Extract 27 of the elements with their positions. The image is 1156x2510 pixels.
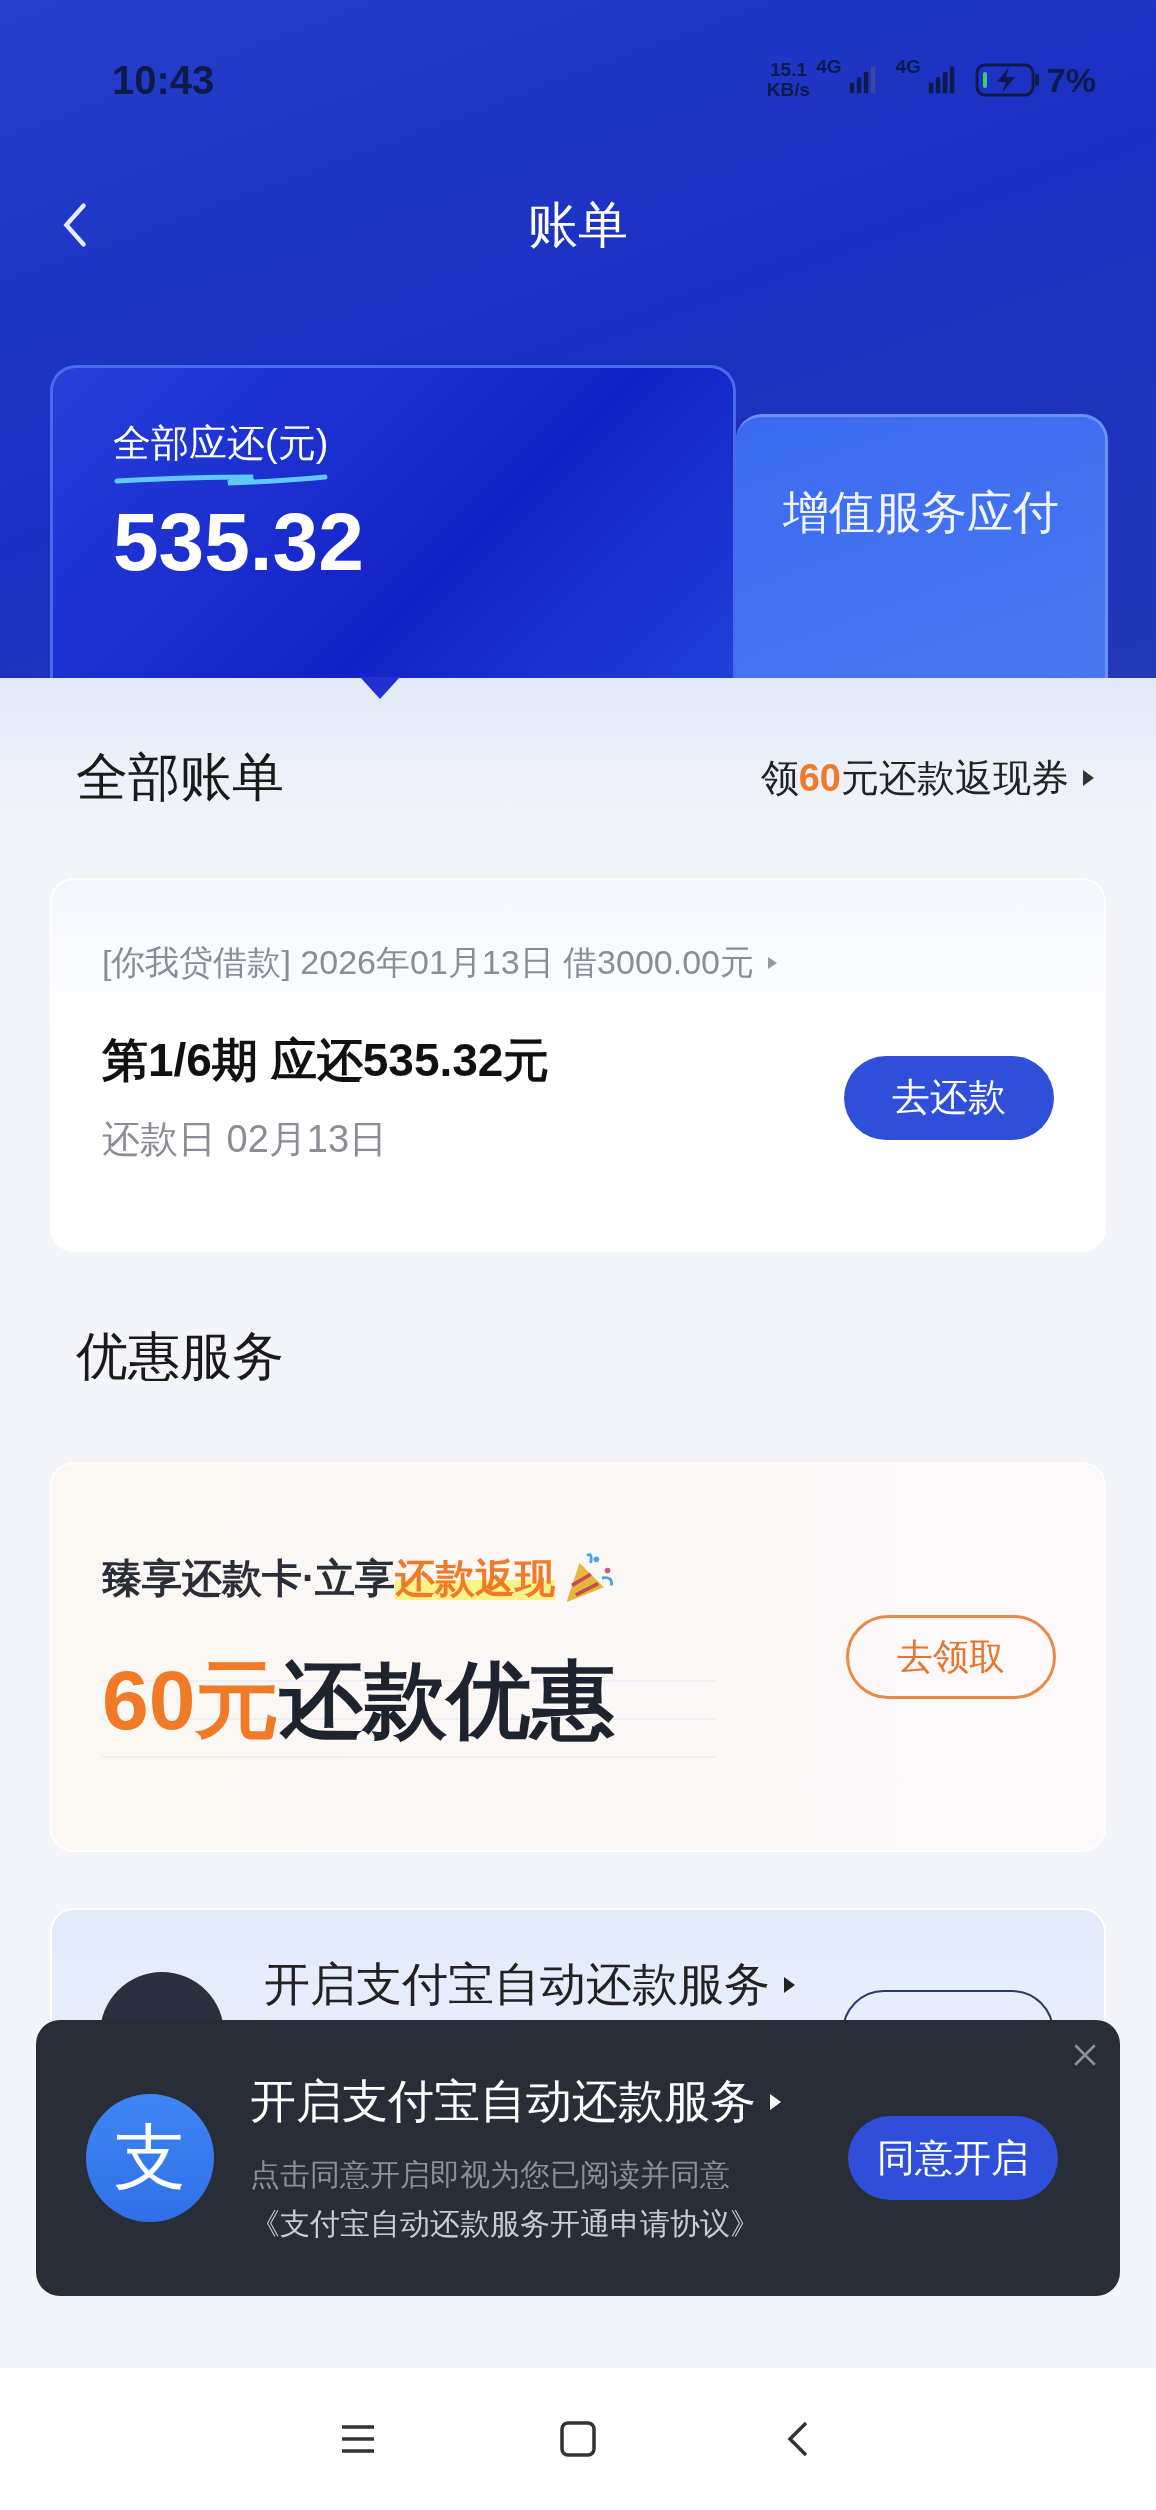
- offer-tagline: 臻享还款卡·立享还款返现: [102, 1555, 556, 1602]
- battery-percent: 7%: [1046, 60, 1096, 100]
- cashback-coupon-link[interactable]: 领60元还款返现券: [760, 752, 1094, 804]
- summary-tab[interactable]: 全部应还(元) 535.32: [50, 365, 736, 678]
- installment-amount: 第1/6期 应还535.32元: [102, 1033, 550, 1088]
- due-date: 还款日 02月13日: [102, 1117, 389, 1162]
- section-title: 优惠服务: [76, 1326, 284, 1387]
- summary-tab[interactable]: 增值服务应付: [736, 414, 1108, 678]
- signal-icon: [926, 66, 957, 94]
- network-speed: 15.1 KB/s: [766, 60, 811, 100]
- alipay-logo: 支: [86, 2094, 214, 2222]
- back-icon[interactable]: [62, 200, 88, 250]
- battery-charging-icon: [974, 63, 1041, 97]
- signal-icon: [847, 66, 878, 94]
- autopay-title[interactable]: 开启支付宝自动还款服务: [250, 2071, 848, 2133]
- status-time: 10:43: [112, 57, 215, 103]
- home-icon[interactable]: [558, 2419, 598, 2459]
- agreement-link[interactable]: 《支付宝自动还款服务开通申请协议》: [250, 2204, 848, 2245]
- consent-note: 点击同意开启即视为您已阅读并同意: [250, 2157, 731, 2193]
- network-type: 4G: [816, 56, 842, 78]
- agree-button[interactable]: 同意开启: [848, 2116, 1058, 2200]
- close-icon[interactable]: [1072, 2042, 1098, 2068]
- autopay-title[interactable]: 开启支付宝自动还款服务: [264, 1954, 795, 2016]
- page-title: 账单: [528, 195, 628, 255]
- repay-button[interactable]: 去还款: [844, 1055, 1054, 1140]
- section-title: 全部账单: [76, 747, 284, 808]
- network-type: 4G: [895, 56, 921, 78]
